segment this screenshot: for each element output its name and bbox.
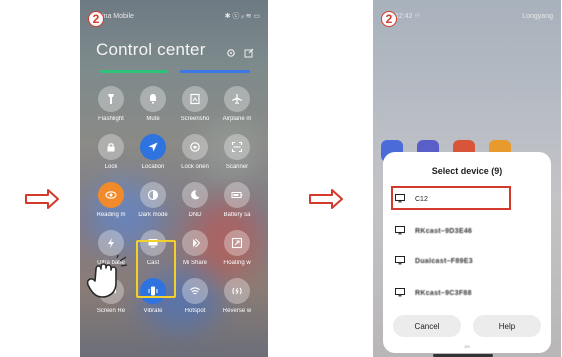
status-bar: 12:42 ☉ Longyang (381, 10, 553, 22)
tile-floating-window[interactable]: Floating w (216, 230, 258, 266)
step-number-badge: 2 (381, 11, 397, 27)
floating-window-icon (224, 230, 250, 256)
tile-flashlight[interactable]: Flashlight (90, 86, 132, 122)
tile-label: Scanner (225, 164, 249, 170)
tile-label: Flashlight (98, 116, 124, 122)
tile-label: Mi Share (182, 260, 207, 266)
monitor-icon (395, 255, 405, 267)
tile-location[interactable]: Location (132, 134, 174, 170)
device-name: Dualcast–F89E3 (415, 257, 473, 265)
cast-device-screen: 12:42 ☉ Longyang 2 Select device (9) C12… (373, 0, 561, 357)
tile-reverse-wireless[interactable]: Reverse w (216, 278, 258, 314)
tile-label: Battery sa (223, 212, 251, 218)
tile-mi-share[interactable]: Mi Share (174, 230, 216, 266)
tile-lock[interactable]: Lock (90, 134, 132, 170)
tile-label: Floating w (223, 260, 251, 266)
tile-hotspot[interactable]: Hotspot (174, 278, 216, 314)
status-icons: ✱ ⓒ ᵢₗ ≋ ▭ (224, 13, 260, 20)
tile-scanner[interactable]: Scanner (216, 134, 258, 170)
tile-screenshot[interactable]: Screensho (174, 86, 216, 122)
step-number-badge: 2 (88, 11, 104, 27)
page-title: Control center (96, 40, 206, 59)
device-name: RKcast–9D3E46 (415, 227, 473, 235)
settings-gear-icon[interactable] (226, 45, 236, 57)
moon-icon (182, 182, 208, 208)
tile-label: Lock (104, 164, 118, 170)
monitor-icon (395, 287, 405, 299)
device-item[interactable]: RKcast–9C3F88 (395, 284, 539, 302)
eye-icon (98, 182, 124, 208)
airplane-icon (224, 86, 250, 112)
tile-dnd[interactable]: DND (174, 182, 216, 218)
dialog-title: Select device (9) (431, 166, 503, 176)
control-center-screen: ina Mobile ✱ ⓒ ᵢₗ ≋ ▭ 2 Control center F… (80, 0, 268, 357)
tile-label: Reading m (96, 212, 126, 218)
bell-icon (140, 86, 166, 112)
flashlight-icon (98, 86, 124, 112)
dark-mode-icon (140, 182, 166, 208)
edit-icon[interactable] (244, 45, 254, 58)
tile-label: Screen Re (96, 308, 126, 314)
tile-label: Airplane m (222, 116, 252, 122)
select-device-dialog: Select device (9) C12 RKcast–9D3E46 Dual… (383, 152, 551, 353)
tile-label: DND (188, 212, 202, 218)
tile-dark-mode[interactable]: Dark mode (132, 182, 174, 218)
tile-label: Location (141, 164, 165, 170)
tile-label: Screensho (180, 116, 210, 122)
reverse-wireless-icon (224, 278, 250, 304)
quick-slider-green[interactable] (100, 70, 168, 73)
hotspot-icon (182, 278, 208, 304)
battery-icon (224, 182, 250, 208)
tile-label: Dark mode (138, 212, 168, 218)
device-name: RKcast–9C3F88 (415, 289, 472, 297)
tile-label: Reverse w (222, 308, 252, 314)
device-item[interactable]: RKcast–9D3E46 (395, 222, 539, 240)
tile-battery-saver[interactable]: Battery sa (216, 182, 258, 218)
tile-label: Mute (146, 116, 160, 122)
tile-lock-orientation[interactable]: Lock orien (174, 134, 216, 170)
right-arrow-icon (22, 188, 62, 210)
cancel-button[interactable]: Cancel (393, 315, 461, 337)
tap-hand-icon (82, 252, 128, 304)
quick-slider-blue[interactable] (180, 70, 250, 73)
location-label: Longyang (522, 12, 553, 20)
device-item[interactable]: Dualcast–F89E3 (395, 252, 539, 270)
mi-share-icon (182, 230, 208, 256)
tile-label: Hotspot (184, 308, 206, 314)
ultra-battery-icon (98, 230, 124, 256)
location-icon (140, 134, 166, 160)
tile-airplane-mode[interactable]: Airplane m (216, 86, 258, 122)
tile-mute[interactable]: Mute (132, 86, 174, 122)
tile-label: Lock orien (181, 164, 209, 170)
rotation-lock-icon (182, 134, 208, 160)
right-arrow-icon (306, 188, 346, 210)
scanner-icon (224, 134, 250, 160)
tile-reading-mode[interactable]: Reading m (90, 182, 132, 218)
tile-label: Vibrate (143, 308, 163, 314)
help-button[interactable]: Help (473, 315, 541, 337)
page-indicator: 3/9 (464, 344, 470, 349)
status-bar: ina Mobile ✱ ⓒ ᵢₗ ≋ ▭ (88, 10, 260, 22)
selected-device-highlight (391, 186, 511, 210)
cast-highlight-box (136, 240, 176, 298)
monitor-icon (395, 225, 405, 237)
lock-icon (98, 134, 124, 160)
screenshot-icon (182, 86, 208, 112)
